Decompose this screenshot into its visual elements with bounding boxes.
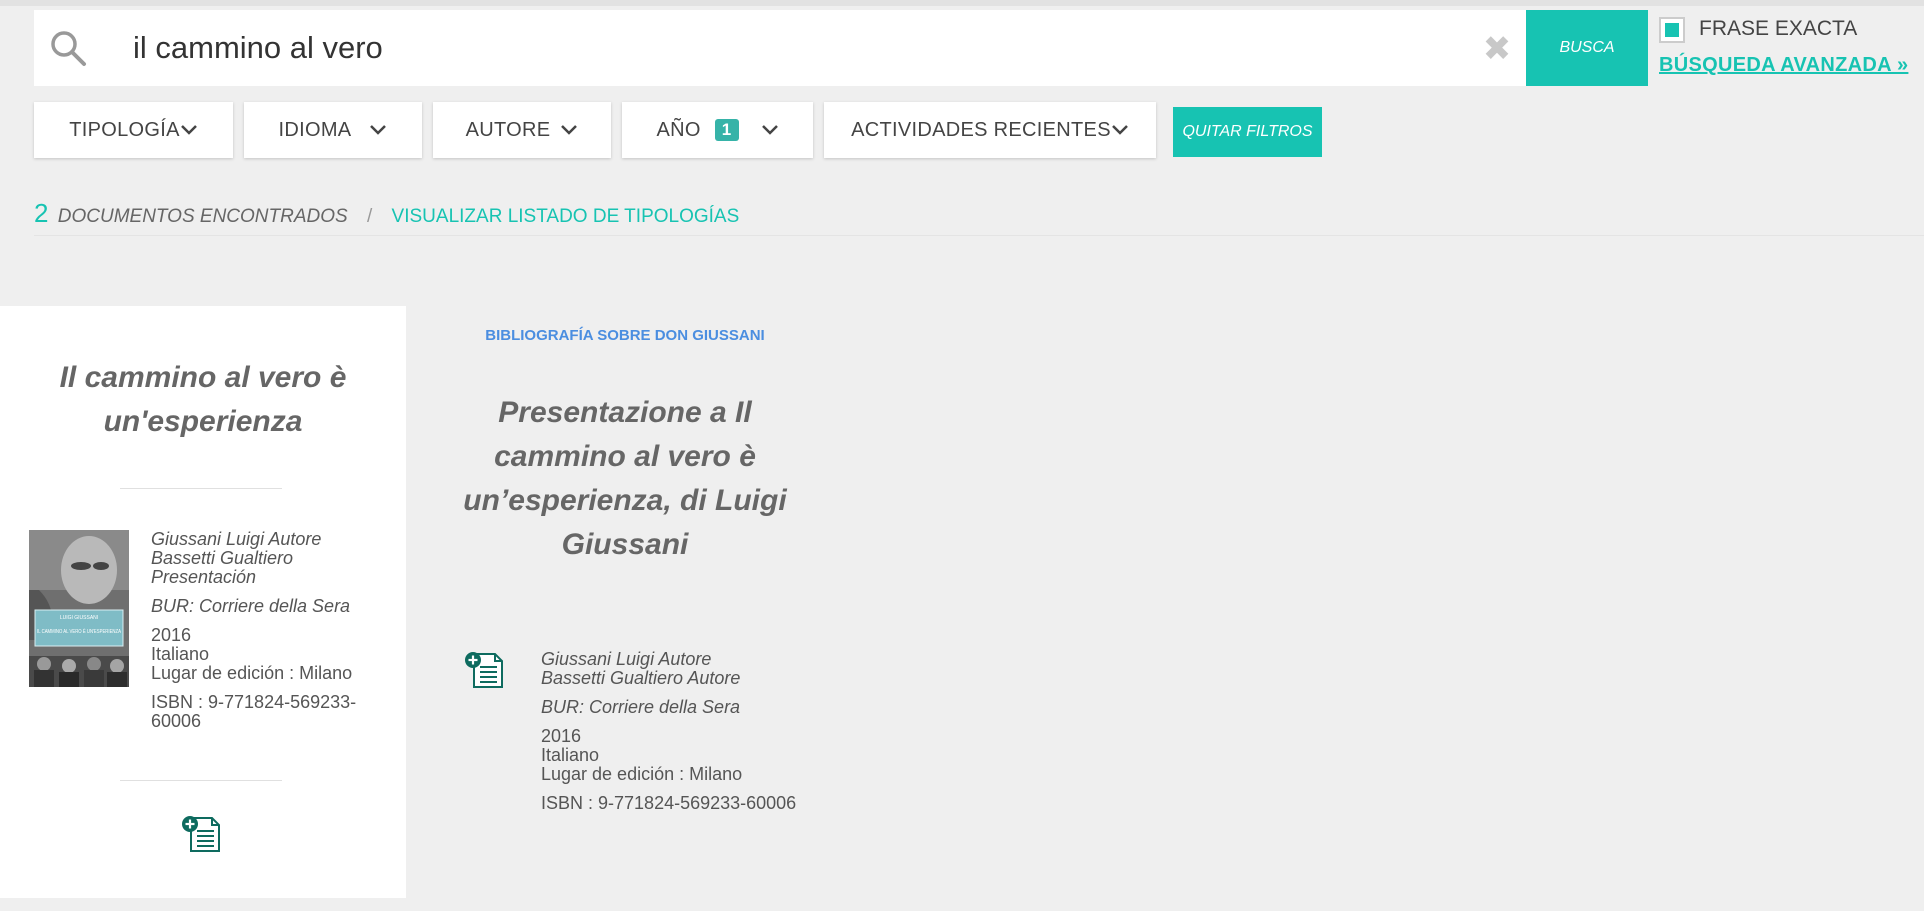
cover-title: IL CAMMINO AL VERO È UN'ESPERIENZA xyxy=(37,628,121,635)
divider xyxy=(120,780,282,781)
top-border xyxy=(0,0,1924,6)
chevron-down-icon xyxy=(1111,125,1128,135)
filter-label: TIPOLOGÍA xyxy=(69,118,180,141)
publisher: BUR: Corriere della Sera xyxy=(151,596,351,616)
filter-ano[interactable]: AÑO 1 xyxy=(622,102,813,158)
document-add-icon[interactable] xyxy=(464,651,506,689)
results-label: DOCUMENTOS ENCONTRADOS xyxy=(57,206,348,227)
book-cover-image[interactable]: LUIGI GIUSSANI IL CAMMINO AL VERO È UN'E… xyxy=(29,530,129,687)
typologies-list-link[interactable]: VISUALIZAR LISTADO DE TIPOLOGÍAS xyxy=(392,206,740,227)
card-title[interactable]: Presentazione a Il cammino al vero è un’… xyxy=(462,391,788,567)
cover-author: LUIGI GIUSSANI xyxy=(60,615,98,621)
author-entry[interactable]: Bassetti Gualtiero Autore xyxy=(541,669,841,688)
filter-label: AÑO xyxy=(656,118,701,141)
author-entry[interactable]: Giussani Luigi Autore xyxy=(541,650,841,669)
chevron-down-icon xyxy=(370,125,387,135)
filter-autore[interactable]: AUTORE xyxy=(433,102,611,158)
search-button[interactable]: BUSCA xyxy=(1526,10,1648,86)
divider xyxy=(120,488,282,489)
year: 2016 xyxy=(151,625,192,645)
edition-place: Lugar de edición : Milano xyxy=(151,663,353,683)
edition-place: Lugar de edición : Milano xyxy=(541,764,743,784)
chevron-down-icon xyxy=(180,125,197,135)
author-entry[interactable]: Giussani Luigi Autore xyxy=(151,530,381,549)
filter-label: AUTORE xyxy=(465,118,551,141)
advanced-search-link[interactable]: BÚSQUEDA AVANZADA » xyxy=(1659,54,1908,77)
category-link[interactable]: BIBLIOGRAFÍA SOBRE DON GIUSSANI xyxy=(440,327,810,344)
card-metadata: Giussani Luigi Autore Bassetti Gualtiero… xyxy=(541,650,841,813)
publisher: BUR: Corriere della Sera xyxy=(541,697,741,717)
exact-phrase-checkbox[interactable] xyxy=(1659,17,1685,43)
card-title[interactable]: Il cammino al vero è un'esperienza xyxy=(40,356,366,444)
isbn: ISBN : 9-771824-569233-60006 xyxy=(151,692,357,731)
language: Italiano xyxy=(541,745,600,765)
filter-tipologia[interactable]: TIPOLOGÍA xyxy=(34,102,233,158)
document-add-icon[interactable] xyxy=(181,815,223,853)
breadcrumb-separator: / xyxy=(366,206,373,227)
year: 2016 xyxy=(541,726,582,746)
filter-label: ACTIVIDADES RECIENTES xyxy=(851,118,1111,141)
search-bar: ✖ xyxy=(34,10,1528,86)
filter-count-badge: 1 xyxy=(714,119,739,141)
author-entry[interactable]: Bassetti Gualtiero Presentación xyxy=(151,549,381,587)
isbn: ISBN : 9-771824-569233-60006 xyxy=(541,793,797,813)
filter-label: IDIOMA xyxy=(278,118,352,141)
search-input[interactable] xyxy=(98,10,1458,86)
search-icon xyxy=(51,31,86,66)
exact-phrase-label: FRASE EXACTA xyxy=(1699,17,1858,40)
result-card: Il cammino al vero è un'esperienza LUIGI… xyxy=(0,306,406,898)
chevron-down-icon xyxy=(761,125,778,135)
chevron-down-icon xyxy=(561,125,578,135)
card-metadata: Giussani Luigi Autore Bassetti Gualtiero… xyxy=(151,530,381,731)
results-count: 2 xyxy=(34,198,49,228)
clear-filters-button[interactable]: QUITAR FILTROS xyxy=(1173,107,1322,157)
filter-actividades-recientes[interactable]: ACTIVIDADES RECIENTES xyxy=(824,102,1156,158)
clear-icon[interactable]: ✖ xyxy=(1482,32,1512,66)
filter-idioma[interactable]: IDIOMA xyxy=(244,102,422,158)
results-summary: 2 DOCUMENTOS ENCONTRADOS / VISUALIZAR LI… xyxy=(34,198,1924,236)
language: Italiano xyxy=(151,644,210,664)
